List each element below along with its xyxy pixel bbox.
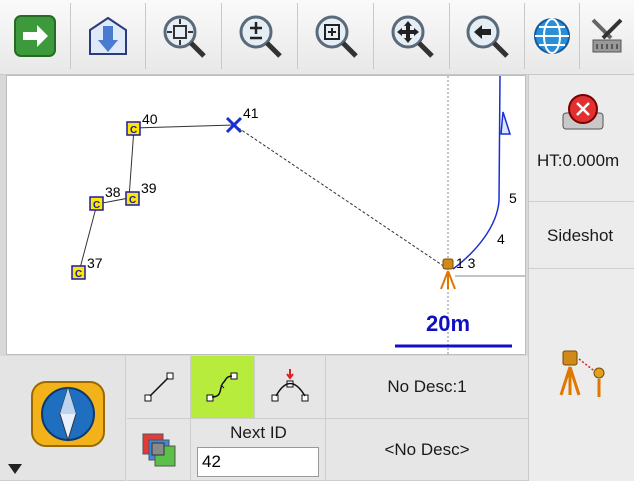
point-41[interactable]: 41: [225, 105, 259, 134]
arc-segment-icon: [271, 369, 309, 402]
point-code: C: [93, 200, 100, 211]
target-prism-icon: [562, 94, 604, 130]
zoom-in-out-icon: [239, 15, 282, 58]
segment-label-5: 5: [509, 190, 517, 206]
point-39[interactable]: C 39: [125, 180, 157, 206]
zoom-extents-icon: [163, 15, 206, 58]
line-mode-button[interactable]: [127, 356, 191, 419]
next-id-label: Next ID: [230, 423, 287, 442]
description-label: No Desc:1: [387, 377, 467, 396]
line-segment-icon: [144, 372, 173, 402]
ht-label: HT:0.000m: [537, 151, 620, 170]
arc-mode-button[interactable]: [255, 356, 326, 419]
segment-label-4: 4: [497, 231, 505, 247]
map-canvas[interactable]: 5 4 C 37 C 38 C 39 C 40 41 1 3 20m: [6, 75, 526, 355]
compass-plumb-icon: [31, 381, 105, 447]
globe-icon: [534, 18, 570, 54]
point-label: 37: [87, 255, 103, 271]
curve-mode-button[interactable]: [191, 356, 255, 419]
zoom-in-out-button[interactable]: [222, 3, 298, 69]
settings-tools-button[interactable]: [580, 3, 634, 69]
point-label: 39: [141, 180, 157, 196]
point-37[interactable]: C 37: [71, 255, 103, 280]
scale-label: 20m: [426, 311, 470, 336]
no-desc-label: <No Desc>: [384, 439, 470, 459]
import-icon: [89, 16, 127, 55]
pan-button[interactable]: [374, 3, 450, 69]
side-panel: HT:0.000m Sideshot: [528, 75, 634, 481]
total-station-icon: [559, 350, 605, 397]
toolbar: [0, 0, 634, 75]
settings-tools-icon: [591, 18, 623, 53]
point-40[interactable]: C 40: [126, 111, 158, 136]
target-height-button[interactable]: HT:0.000m: [529, 75, 634, 202]
description-button[interactable]: No Desc:1: [326, 356, 528, 419]
forward-button[interactable]: [0, 3, 71, 69]
point-code: C: [130, 125, 137, 136]
zoom-window-icon: [315, 15, 358, 58]
zoom-previous-button[interactable]: [450, 3, 525, 69]
forward-arrow-icon: [14, 15, 56, 57]
point-label: 41: [243, 105, 259, 121]
import-button[interactable]: [71, 3, 146, 69]
layers-button[interactable]: [127, 419, 191, 481]
layers-icon: [142, 433, 175, 466]
zoom-extents-button[interactable]: [146, 3, 222, 69]
point-label: 40: [142, 111, 158, 127]
sideshot-label: Sideshot: [547, 226, 614, 245]
north-arrow-icon: [500, 111, 512, 135]
instrument-button[interactable]: [529, 269, 634, 481]
point-label: 38: [105, 184, 121, 200]
bottom-panel: No Desc:1 Next ID <No Desc>: [0, 356, 528, 481]
point-code: C: [129, 195, 136, 206]
blue-traverse-line: [452, 76, 501, 270]
tripod-icon: [440, 258, 456, 290]
point-code: C: [75, 269, 82, 280]
next-id-group: Next ID: [191, 419, 326, 481]
no-desc-button[interactable]: <No Desc>: [326, 419, 528, 481]
zoom-window-button[interactable]: [298, 3, 374, 69]
chevron-down-icon[interactable]: [8, 464, 22, 474]
dashed-shot-line: [233, 124, 449, 270]
zoom-previous-icon: [466, 15, 509, 58]
pan-icon: [391, 15, 434, 58]
point-label: 1 3: [456, 255, 476, 271]
next-id-field[interactable]: [197, 447, 319, 477]
instrument-station[interactable]: 1 3: [440, 255, 476, 290]
curve-segment-icon: [206, 372, 237, 402]
compass-button[interactable]: [0, 356, 126, 481]
sideshot-button[interactable]: Sideshot: [529, 202, 634, 269]
globe-button[interactable]: [525, 3, 580, 69]
point-38[interactable]: C 38: [89, 184, 121, 211]
